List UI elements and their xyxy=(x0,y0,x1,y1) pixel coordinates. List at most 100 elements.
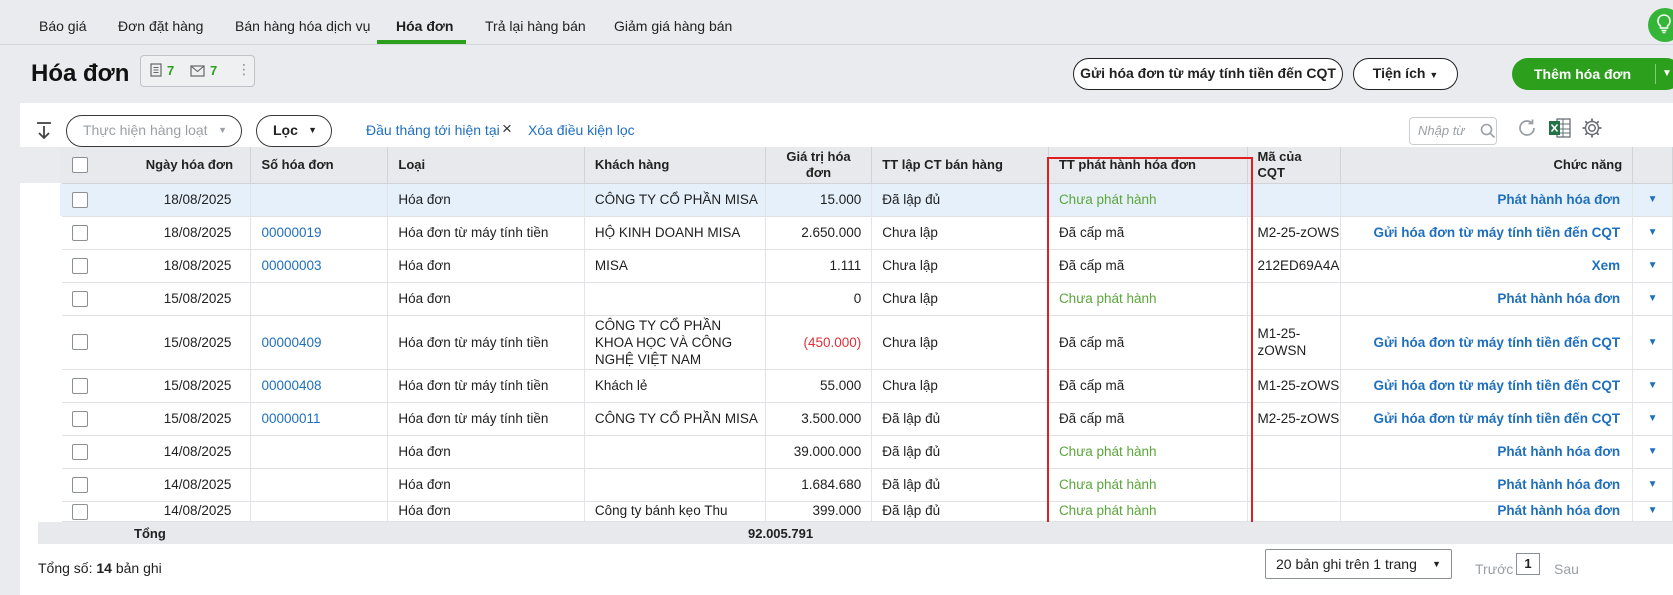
active-filter-chip[interactable]: Đầu tháng tới hiện tại xyxy=(366,122,500,138)
send-cqt-button[interactable]: Gửi hóa đơn từ máy tính tiền đến CQT xyxy=(1073,58,1343,90)
col-customer[interactable]: Khách hàng xyxy=(584,147,766,184)
invoice-type: Hóa đơn từ máy tính tiền xyxy=(387,369,585,403)
row-checkbox[interactable] xyxy=(71,410,88,427)
chevron-down-icon[interactable]: ▼ xyxy=(1632,216,1673,250)
refresh-icon[interactable] xyxy=(1515,117,1539,141)
chevron-down-icon[interactable]: ▼ xyxy=(1662,58,1672,90)
filter-button[interactable]: Lọc ▼ xyxy=(256,115,332,147)
row-checkbox[interactable] xyxy=(71,476,88,493)
remove-filter-icon[interactable]: × xyxy=(502,119,512,139)
invoice-date: 18/08/2025 xyxy=(163,225,232,240)
col-ct-status[interactable]: TT lập CT bán hàng xyxy=(871,147,1049,184)
col-actions[interactable]: Chức năng xyxy=(1340,147,1634,184)
row-checkbox[interactable] xyxy=(71,443,88,460)
current-page[interactable]: 1 xyxy=(1516,553,1540,575)
tab-hoa-don[interactable]: Hóa đơn xyxy=(396,0,453,45)
col-invoice-value[interactable]: Giá trị hóa đơn xyxy=(765,147,873,184)
row-action-link[interactable]: Phát hành hóa đơn xyxy=(1340,282,1634,316)
row-action-link[interactable]: Gửi hóa đơn từ máy tính tiền đến CQT xyxy=(1340,315,1634,370)
row-action-link[interactable]: Xem xyxy=(1340,249,1634,283)
chevron-down-icon[interactable]: ▼ xyxy=(1632,183,1673,217)
invoice-number-link[interactable] xyxy=(250,183,389,217)
cqt-code: M2-25-zOWSN xyxy=(1247,402,1341,436)
row-checkbox[interactable] xyxy=(71,191,88,208)
row-action-link[interactable]: Phát hành hóa đơn xyxy=(1340,435,1634,469)
tab-bao-gia[interactable]: Báo giá xyxy=(39,0,86,45)
tab-don-dat-hang[interactable]: Đơn đặt hàng xyxy=(118,0,203,45)
row-action-link[interactable]: Gửi hóa đơn từ máy tính tiền đến CQT xyxy=(1340,216,1634,250)
search-icon[interactable] xyxy=(1480,123,1496,139)
chevron-down-icon[interactable]: ▼ xyxy=(1632,402,1673,436)
row-action-link[interactable]: Gửi hóa đơn từ máy tính tiền đến CQT xyxy=(1340,402,1634,436)
invoice-number-link[interactable] xyxy=(250,282,389,316)
row-action-link[interactable]: Phát hành hóa đơn xyxy=(1340,501,1634,522)
page-size-select[interactable]: 20 bản ghi trên 1 trang ▼ xyxy=(1265,549,1452,579)
batch-action-select[interactable]: Thực hiện hàng loạt ▼ xyxy=(66,115,242,147)
invoice-number-link[interactable] xyxy=(250,501,389,522)
table-row[interactable]: 18/08/2025 00000019 Hóa đơn từ máy tính ti… xyxy=(20,216,1673,250)
clear-filter-link[interactable]: Xóa điều kiện lọc xyxy=(528,122,635,138)
invoice-number-link[interactable]: 00000003 xyxy=(250,249,389,283)
row-checkbox[interactable] xyxy=(71,290,88,307)
invoice-type: Hóa đơn xyxy=(387,435,585,469)
mail-counter[interactable]: 7 xyxy=(190,63,217,78)
invoice-type: Hóa đơn xyxy=(387,249,585,283)
table-row[interactable]: 14/08/2025 Hóa đơn 39.000.000 Đã lập đủ Chưa… xyxy=(20,435,1673,469)
tab-giam-gia-hang-ban[interactable]: Giảm giá hàng bán xyxy=(614,0,732,45)
col-invoice-date[interactable]: Ngày hóa đơn xyxy=(146,157,233,172)
add-invoice-button[interactable]: Thêm hóa đơn ▼ xyxy=(1512,58,1673,90)
sort-arrow-icon[interactable] xyxy=(34,121,54,141)
more-vertical-icon[interactable]: ⋮ xyxy=(237,61,251,78)
row-checkbox[interactable] xyxy=(71,377,88,394)
col-issue-status[interactable]: TT phát hành hóa đơn xyxy=(1048,147,1248,184)
invoice-number-link[interactable]: 00000011 xyxy=(250,402,389,436)
prev-page-button[interactable]: Trước xyxy=(1475,561,1513,577)
table-row[interactable]: 18/08/2025 00000003 Hóa đơn MISA 1.111 Chưa l… xyxy=(20,249,1673,283)
table-row[interactable]: 15/08/2025 00000011 Hóa đơn từ máy tính ti… xyxy=(20,402,1673,436)
table-row[interactable]: 14/08/2025 Hóa đơn Công ty bánh kẹo Thu 399… xyxy=(20,501,1673,522)
tab-ban-hang[interactable]: Bán hàng hóa dịch vụ xyxy=(235,0,370,45)
invoice-number-link[interactable] xyxy=(250,468,389,502)
cqt-code: 212ED69A4AD xyxy=(1247,249,1341,283)
next-page-button[interactable]: Sau xyxy=(1554,561,1579,577)
chevron-down-icon[interactable]: ▼ xyxy=(1632,249,1673,283)
row-checkbox[interactable] xyxy=(71,257,88,274)
table-row[interactable]: 15/08/2025 00000408 Hóa đơn từ máy tính ti… xyxy=(20,369,1673,403)
gear-icon[interactable] xyxy=(1581,117,1603,139)
invoice-number-link[interactable]: 00000019 xyxy=(250,216,389,250)
customer-name: CÔNG TY CỔ PHẦN KHOA HỌC VÀ CÔNG NGHỆ VI… xyxy=(584,315,766,370)
chevron-down-icon[interactable]: ▼ xyxy=(1632,501,1673,522)
utilities-button[interactable]: Tiện ích ▼ xyxy=(1353,58,1458,90)
invoice-date: 18/08/2025 xyxy=(163,258,232,273)
excel-export-icon[interactable] xyxy=(1548,117,1572,139)
chevron-down-icon[interactable]: ▼ xyxy=(1632,468,1673,502)
row-action-link[interactable]: Phát hành hóa đơn xyxy=(1340,183,1634,217)
invoice-number-link[interactable]: 00000409 xyxy=(250,315,389,370)
row-action-link[interactable]: Phát hành hóa đơn xyxy=(1340,468,1634,502)
document-counter[interactable]: 7 xyxy=(150,63,174,78)
summary-total-value: 92.005.791 xyxy=(748,526,814,541)
row-action-link[interactable]: Gửi hóa đơn từ máy tính tiền đến CQT xyxy=(1340,369,1634,403)
table-row[interactable]: 14/08/2025 Hóa đơn 1.684.680 Đã lập đủ Chưa … xyxy=(20,468,1673,502)
table-row[interactable]: 15/08/2025 Hóa đơn 0 Chưa lập Chưa phát hành… xyxy=(20,282,1673,316)
row-checkbox[interactable] xyxy=(71,503,88,520)
chevron-down-icon[interactable]: ▼ xyxy=(1632,369,1673,403)
lightbulb-icon xyxy=(1657,14,1671,34)
table-row[interactable]: 18/08/2025 Hóa đơn CÔNG TY CỔ PHẦN MISA 15.… xyxy=(20,183,1673,217)
col-cqt-code[interactable]: Mã của CQT xyxy=(1247,147,1341,184)
col-invoice-number[interactable]: Số hóa đơn xyxy=(250,147,389,184)
tab-tra-lai-hang-ban[interactable]: Trả lại hàng bán xyxy=(485,0,586,45)
invoice-number-link[interactable]: 00000408 xyxy=(250,369,389,403)
row-checkbox[interactable] xyxy=(71,224,88,241)
chevron-down-icon[interactable]: ▼ xyxy=(1632,282,1673,316)
select-all-checkbox[interactable] xyxy=(71,157,88,173)
invoice-number-link[interactable] xyxy=(250,435,389,469)
issue-status: Đã cấp mã xyxy=(1048,249,1248,283)
table-row[interactable]: 15/08/2025 00000409 Hóa đơn từ máy tính ti… xyxy=(20,315,1673,370)
col-type[interactable]: Loại xyxy=(387,147,585,184)
customer-name: CÔNG TY CỔ PHẦN MISA xyxy=(584,183,766,217)
chevron-down-icon[interactable]: ▼ xyxy=(1632,315,1673,370)
chevron-down-icon[interactable]: ▼ xyxy=(1632,435,1673,469)
chevron-down-icon: ▼ xyxy=(1432,559,1441,569)
row-checkbox[interactable] xyxy=(71,333,88,350)
